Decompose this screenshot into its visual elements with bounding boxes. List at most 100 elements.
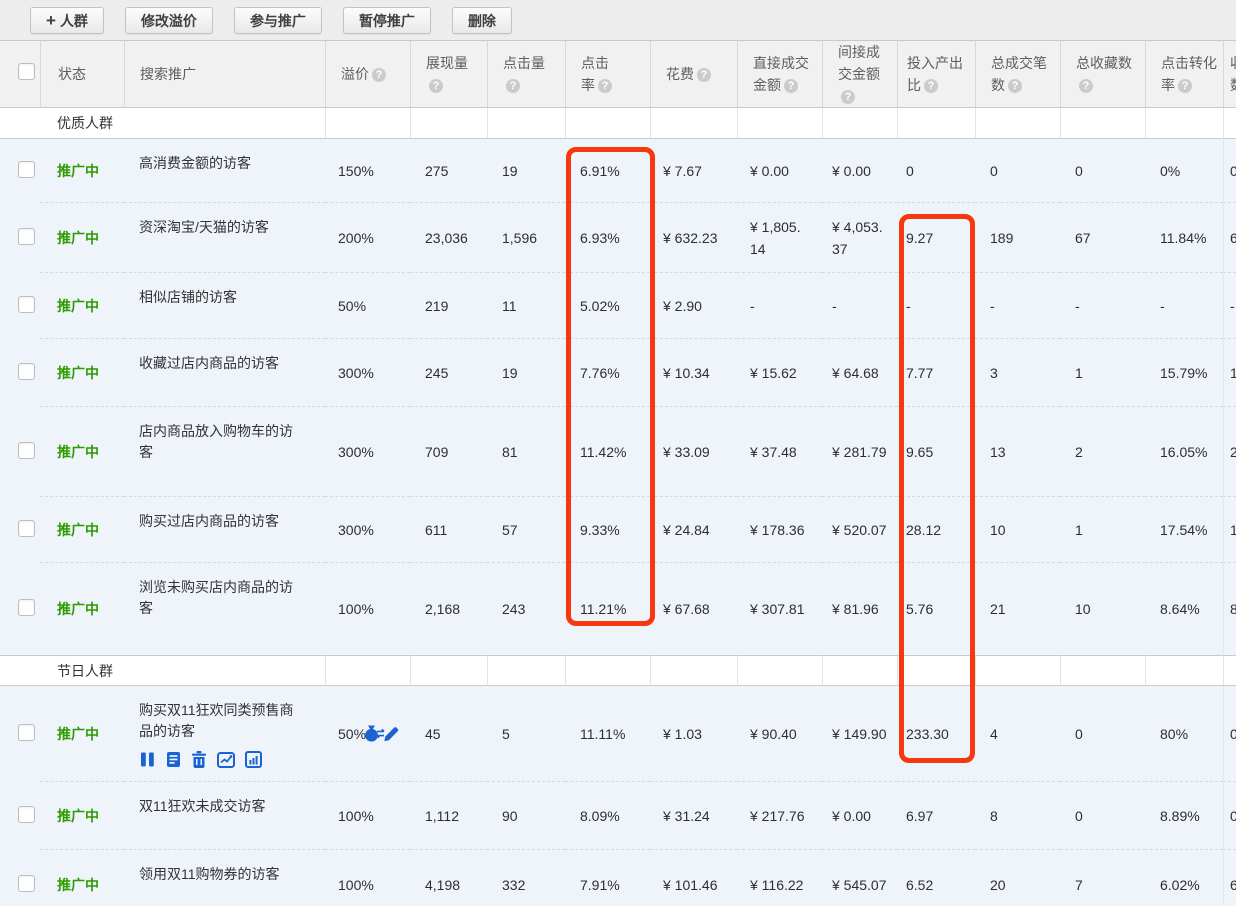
col-header-premium: 溢价? bbox=[325, 40, 410, 108]
row-checkbox[interactable] bbox=[18, 599, 35, 616]
cell-impressions: 245 bbox=[410, 339, 487, 407]
cell-ctr: 11.11% bbox=[565, 686, 650, 782]
cell-cost: ¥ 1.03 bbox=[650, 686, 737, 782]
cell-premium: 150% bbox=[325, 139, 410, 203]
cell-cost: ¥ 67.68 bbox=[650, 563, 737, 655]
help-icon[interactable]: ? bbox=[1178, 79, 1192, 93]
cell-conversion-rate: 15.79% bbox=[1145, 339, 1223, 407]
col-header-direct-amount: 直接成交金额? bbox=[737, 40, 822, 108]
cell-conversion-rate: 0% bbox=[1145, 139, 1223, 203]
audience-name[interactable]: 收藏过店内商品的访客 bbox=[124, 339, 325, 407]
audience-row: 推广中 浏览未购买店内商品的访客 100% 2,168 243 11.21% ¥… bbox=[0, 563, 1236, 655]
help-icon[interactable]: ? bbox=[598, 79, 612, 93]
help-icon[interactable]: ? bbox=[841, 90, 855, 104]
audience-name[interactable]: 领用双11购物券的访客 bbox=[124, 850, 325, 906]
cell-indirect-amount: ¥ 281.79 bbox=[822, 407, 897, 497]
cell-total-favorites: 67 bbox=[1060, 203, 1145, 273]
cell-total-favorites: 1 bbox=[1060, 339, 1145, 407]
help-icon[interactable]: ? bbox=[429, 79, 443, 93]
help-icon[interactable]: ? bbox=[506, 79, 520, 93]
row-checkbox[interactable] bbox=[18, 724, 35, 741]
cell-roi: 233.30 bbox=[897, 686, 975, 782]
audience-row: 推广中 资深淘宝/天猫的访客 200% 23,036 1,596 6.93% ¥… bbox=[0, 203, 1236, 273]
audience-name[interactable]: 浏览未购买店内商品的访客 bbox=[124, 563, 325, 655]
row-checkbox[interactable] bbox=[18, 228, 35, 245]
col-header-total-favorites: 总收藏数? bbox=[1060, 40, 1145, 108]
cell-total-favorites: 0 bbox=[1060, 139, 1145, 203]
cell-premium: 50% bbox=[325, 273, 410, 339]
audience-name[interactable]: 相似店铺的访客 bbox=[124, 273, 325, 339]
cell-direct-amount: ¥ 0.00 bbox=[737, 139, 822, 203]
plus-icon: + bbox=[46, 12, 56, 29]
cell-total-favorites: 0 bbox=[1060, 686, 1145, 782]
cell-premium: 100% bbox=[325, 782, 410, 850]
delete-icon[interactable] bbox=[191, 751, 207, 768]
audience-row: 推广中 双11狂欢未成交访客 100% 1,112 90 8.09% ¥ 31.… bbox=[0, 782, 1236, 850]
row-checkbox[interactable] bbox=[18, 875, 35, 892]
cell-premium: 200% bbox=[325, 203, 410, 273]
cell-impressions: 275 bbox=[410, 139, 487, 203]
money-bag-icon[interactable] bbox=[364, 725, 385, 743]
cell-direct-amount: ¥ 37.48 bbox=[737, 407, 822, 497]
edit-pencil-icon[interactable] bbox=[383, 725, 400, 742]
row-checkbox[interactable] bbox=[18, 520, 35, 537]
cell-clipped: - bbox=[1223, 273, 1236, 339]
cell-premium: 300% bbox=[325, 407, 410, 497]
cell-roi: 9.65 bbox=[897, 407, 975, 497]
row-checkbox[interactable] bbox=[18, 161, 35, 178]
cell-direct-amount: ¥ 178.36 bbox=[737, 497, 822, 563]
group-row-cell bbox=[975, 655, 1060, 686]
pause-promotion-button[interactable]: 暂停推广 bbox=[343, 7, 431, 34]
group-row-cell bbox=[410, 655, 487, 686]
audience-name[interactable]: 高消费金额的访客 bbox=[124, 139, 325, 203]
help-icon[interactable]: ? bbox=[1079, 79, 1093, 93]
col-header-total-orders: 总成交笔数? bbox=[975, 40, 1060, 108]
col-header-status: 状态 bbox=[40, 40, 124, 108]
group-row-cell bbox=[1223, 655, 1236, 686]
audience-row: 推广中 购买过店内商品的访客 300% 611 57 9.33% ¥ 24.84… bbox=[0, 497, 1236, 563]
audience-name[interactable]: 双11狂欢未成交访客 bbox=[124, 782, 325, 850]
cell-roi: 9.27 bbox=[897, 203, 975, 273]
cell-impressions: 45 bbox=[410, 686, 487, 782]
row-checkbox[interactable] bbox=[18, 296, 35, 313]
status-label: 推广中 bbox=[40, 686, 124, 782]
group-header-row: 节日人群 bbox=[0, 655, 1236, 686]
checkbox-cell bbox=[0, 850, 40, 906]
status-label: 推广中 bbox=[40, 407, 124, 497]
cell-indirect-amount: ¥ 64.68 bbox=[822, 339, 897, 407]
select-all-checkbox[interactable] bbox=[18, 63, 35, 80]
cell-premium: 300% bbox=[325, 497, 410, 563]
help-icon[interactable]: ? bbox=[784, 79, 798, 93]
cell-cost: ¥ 31.24 bbox=[650, 782, 737, 850]
pause-icon[interactable] bbox=[139, 751, 156, 768]
group-row-cell bbox=[737, 655, 822, 686]
trend-chart-icon[interactable] bbox=[217, 752, 235, 768]
audience-name[interactable]: 购买过店内商品的访客 bbox=[124, 497, 325, 563]
cell-total-favorites: 7 bbox=[1060, 850, 1145, 906]
help-icon[interactable]: ? bbox=[697, 68, 711, 82]
audience-name[interactable]: 购买双11狂欢同类预售商品的访客 bbox=[139, 700, 303, 742]
row-checkbox[interactable] bbox=[18, 442, 35, 459]
checkbox-cell bbox=[0, 273, 40, 339]
audience-name[interactable]: 店内商品放入购物车的访客 bbox=[124, 407, 325, 497]
row-checkbox[interactable] bbox=[18, 806, 35, 823]
cell-conversion-rate: - bbox=[1145, 273, 1223, 339]
report-icon[interactable] bbox=[245, 751, 262, 768]
col-header-clipped: 收数 bbox=[1223, 40, 1236, 108]
delete-button[interactable]: 删除 bbox=[452, 7, 512, 34]
checkbox-cell bbox=[0, 407, 40, 497]
log-icon[interactable] bbox=[166, 751, 181, 768]
join-promotion-button[interactable]: 参与推广 bbox=[234, 7, 322, 34]
cell-conversion-rate: 11.84% bbox=[1145, 203, 1223, 273]
status-label: 推广中 bbox=[40, 563, 124, 655]
add-audience-button[interactable]: +人群 bbox=[30, 7, 104, 34]
group-row-cell bbox=[325, 655, 410, 686]
help-icon[interactable]: ? bbox=[1008, 79, 1022, 93]
help-icon[interactable]: ? bbox=[924, 79, 938, 93]
cell-indirect-amount: - bbox=[822, 273, 897, 339]
help-icon[interactable]: ? bbox=[372, 68, 386, 82]
audience-name[interactable]: 资深淘宝/天猫的访客 bbox=[124, 203, 325, 273]
group-row-cell bbox=[487, 108, 565, 139]
row-checkbox[interactable] bbox=[18, 363, 35, 380]
modify-premium-button[interactable]: 修改溢价 bbox=[125, 7, 213, 34]
